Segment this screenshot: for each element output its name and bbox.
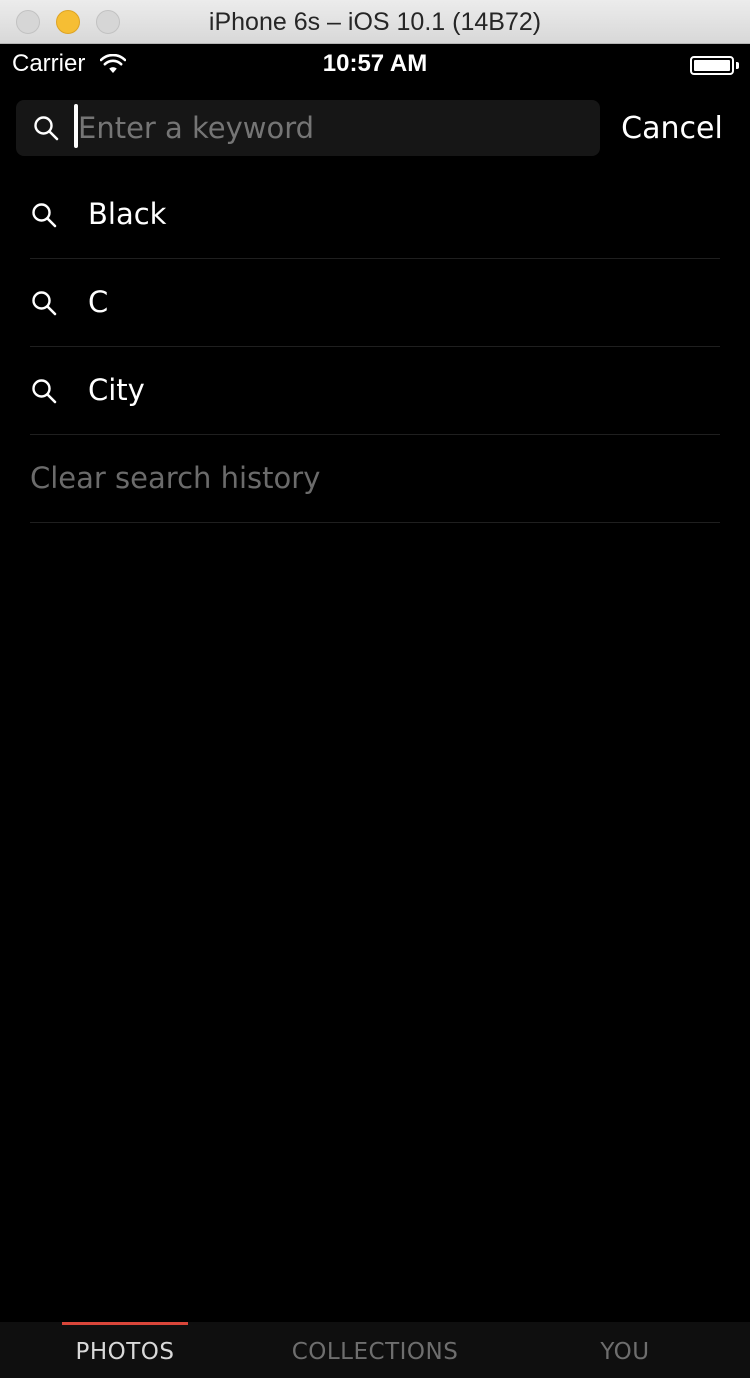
clear-search-history-label: Clear search history: [30, 461, 321, 495]
history-item-label: C: [88, 285, 109, 319]
history-item-city[interactable]: City: [0, 347, 750, 435]
status-bar: Carrier 10:57 AM: [0, 44, 750, 86]
battery-level-fill: [694, 60, 730, 71]
tab-bar: PHOTOS COLLECTIONS YOU: [0, 1322, 750, 1378]
divider: [30, 522, 720, 523]
tab-collections[interactable]: COLLECTIONS: [250, 1322, 500, 1378]
search-icon: [32, 203, 57, 228]
window-titlebar: iPhone 6s – iOS 10.1 (14B72): [0, 0, 750, 44]
battery-tip: [736, 62, 739, 69]
history-item-label: City: [88, 373, 145, 407]
clear-search-history-button[interactable]: Clear search history: [0, 435, 750, 523]
battery-icon: [690, 56, 734, 75]
status-time: 10:57 AM: [322, 50, 428, 77]
cancel-button[interactable]: Cancel: [614, 106, 730, 150]
search-bar[interactable]: [16, 100, 600, 156]
search-icon: [32, 379, 57, 404]
tab-label: COLLECTIONS: [291, 1339, 459, 1365]
tab-label: YOU: [600, 1339, 650, 1365]
simulator-window: iPhone 6s – iOS 10.1 (14B72) Carrier 10:…: [0, 0, 750, 1378]
history-item-c[interactable]: C: [0, 259, 750, 347]
tab-you[interactable]: YOU: [500, 1322, 750, 1378]
history-item-label: Black: [88, 197, 167, 231]
search-history-list: Black C City Clear search history: [0, 171, 750, 523]
history-item-black[interactable]: Black: [0, 171, 750, 259]
search-input[interactable]: [78, 100, 588, 156]
tab-photos[interactable]: PHOTOS: [0, 1322, 250, 1378]
window-title: iPhone 6s – iOS 10.1 (14B72): [208, 8, 542, 36]
search-icon: [34, 116, 59, 141]
search-icon: [32, 291, 57, 316]
tab-label: PHOTOS: [75, 1339, 175, 1365]
